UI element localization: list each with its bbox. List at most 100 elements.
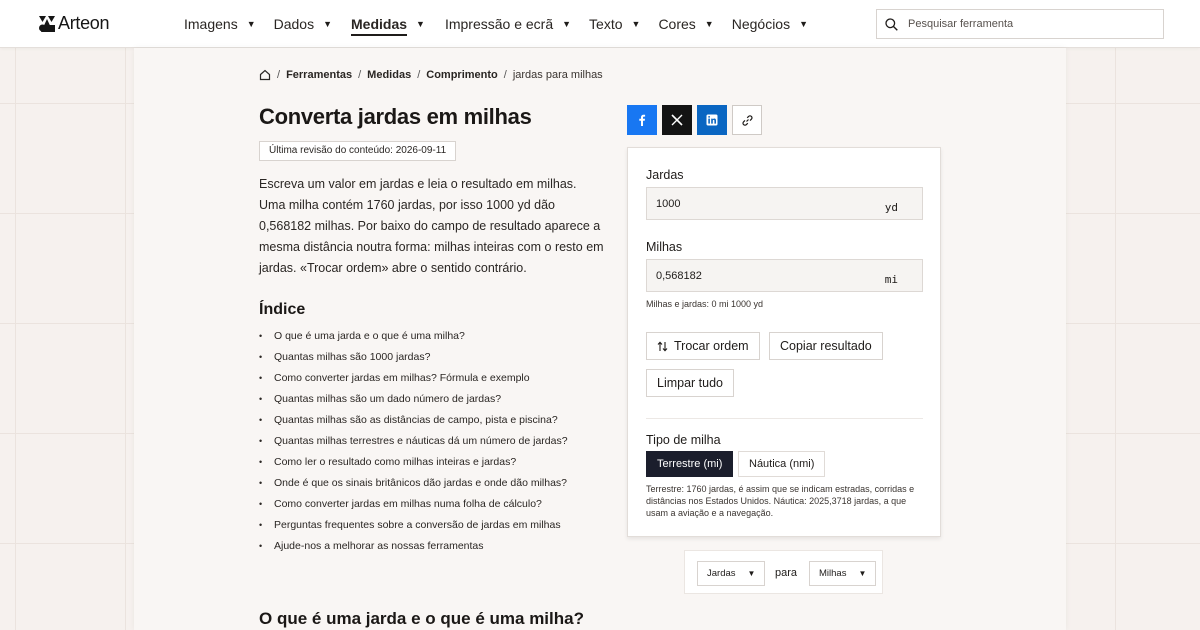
toc-item[interactable]: • Como converter jardas em milhas? Fórmul…	[259, 369, 568, 390]
page-title: Converta jardas em milhas	[259, 104, 532, 129]
table-of-contents: • O que é uma jarda e o que é uma milha? …	[259, 327, 568, 558]
toc-link[interactable]: Como ler o resultado como milhas inteira…	[274, 453, 516, 474]
toc-link[interactable]: Quantas milhas terrestres e náuticas dá …	[274, 432, 568, 453]
nav-item-label: Dados	[273, 16, 315, 32]
breadcrumb-link-ferramentas[interactable]: Ferramentas	[286, 69, 352, 81]
chevron-down-icon: ▼	[631, 19, 641, 29]
nav-item-negocios[interactable]: Negócios ▼	[732, 0, 808, 48]
to-unit-select[interactable]: Milhas ▼	[809, 561, 877, 586]
toc-item[interactable]: • Quantas milhas são as distâncias de cam…	[259, 411, 568, 432]
yards-input[interactable]: 1000 yd	[646, 187, 923, 220]
to-unit-value: Milhas	[819, 568, 847, 579]
arteon-logo-icon	[39, 15, 55, 32]
clear-all-button[interactable]: Limpar tudo	[646, 369, 735, 397]
intro-paragraph: Escreva um valor em jardas e leia o resu…	[259, 177, 604, 275]
nav-item-label: Cores	[658, 16, 696, 32]
yards-input-value: 1000	[656, 198, 681, 210]
breadcrumb-link-medidas[interactable]: Medidas	[367, 69, 411, 81]
mile-type-option-label: Náutica (nmi)	[749, 458, 815, 470]
toc-item[interactable]: • Ajude-nos a melhorar as nossas ferramen…	[259, 537, 568, 558]
share-linkedin-button[interactable]	[697, 105, 727, 135]
breadcrumb-link-comprimento[interactable]: Comprimento	[426, 69, 498, 81]
toc-link[interactable]: Quantas milhas são um dado número de jar…	[274, 390, 501, 411]
swap-order-label: Trocar ordem	[674, 339, 749, 353]
x-icon	[671, 114, 683, 126]
brand-logo[interactable]: Arteon	[39, 13, 110, 34]
toc-item[interactable]: • Onde é que os sinais britânicos dão jar…	[259, 474, 568, 495]
nav-item-label: Negócios	[731, 16, 791, 32]
nav-item-texto[interactable]: Texto ▼	[589, 0, 640, 48]
search-input[interactable]: Pesquisar ferramenta	[876, 9, 1164, 39]
nav-item-cores[interactable]: Cores ▼	[658, 0, 713, 48]
top-navigation-bar: Arteon Imagens ▼ Dados ▼ Medidas ▼ Impre…	[0, 0, 1200, 48]
main-nav: Imagens ▼ Dados ▼ Medidas ▼ Impressão e …	[184, 0, 808, 48]
miles-label: Milhas	[646, 240, 683, 254]
home-icon[interactable]	[259, 69, 271, 81]
nav-item-imagens[interactable]: Imagens ▼	[184, 0, 256, 48]
nav-item-label: Medidas	[351, 16, 408, 36]
breadcrumb-current: jardas para milhas	[512, 69, 603, 81]
toc-item[interactable]: • Quantas milhas são 1000 jardas?	[259, 348, 568, 369]
copy-link-button[interactable]	[732, 105, 762, 135]
swap-icon	[657, 340, 668, 352]
toc-item[interactable]: • Como converter jardas em milhas numa fo…	[259, 495, 568, 516]
toc-link[interactable]: Quantas milhas são as distâncias de camp…	[274, 411, 558, 432]
mile-type-label: Tipo de milha	[646, 433, 721, 447]
search-icon	[885, 17, 898, 31]
toc-item[interactable]: • Perguntas frequentes sobre a conversão …	[259, 516, 568, 537]
toc-link[interactable]: Perguntas frequentes sobre a conversão d…	[274, 516, 561, 537]
link-icon	[741, 114, 753, 126]
breadcrumb-separator: /	[503, 69, 507, 81]
chevron-down-icon: ▼	[704, 19, 714, 29]
nav-item-label: Impressão e ecrã	[444, 16, 554, 32]
chevron-down-icon: ▼	[858, 569, 867, 578]
miles-unit-label: mi	[884, 273, 898, 286]
toc-link[interactable]: Quantas milhas são 1000 jardas?	[274, 348, 430, 369]
toc-item[interactable]: • Como ler o resultado como milhas inteir…	[259, 453, 568, 474]
revision-badge: Última revisão do conteúdo: 2026-09-11	[259, 141, 457, 161]
toc-link[interactable]: Como converter jardas em milhas? Fórmula…	[274, 369, 530, 390]
unit-picker: Jardas ▼ para Milhas ▼	[684, 550, 883, 594]
share-facebook-button[interactable]	[627, 105, 657, 135]
nav-item-medidas[interactable]: Medidas ▼	[351, 0, 425, 48]
toc-heading: Índice	[259, 301, 306, 318]
breadcrumb-separator: /	[417, 69, 421, 81]
from-unit-select[interactable]: Jardas ▼	[697, 561, 766, 586]
miles-output-value: 0,568182	[656, 270, 702, 282]
miles-output[interactable]: 0,568182 mi	[646, 259, 923, 292]
from-unit-value: Jardas	[707, 568, 736, 579]
copy-result-button[interactable]: Copiar resultado	[769, 332, 883, 360]
breadcrumb-separator: /	[277, 69, 281, 81]
chevron-down-icon: ▼	[562, 19, 572, 29]
chevron-down-icon: ▼	[323, 19, 333, 29]
chevron-down-icon: ▼	[747, 569, 756, 578]
chevron-down-icon: ▼	[799, 19, 809, 29]
search-placeholder: Pesquisar ferramenta	[908, 18, 1014, 30]
mile-type-note: Terrestre: 1760 jardas, é assim que se i…	[646, 484, 915, 518]
share-x-button[interactable]	[662, 105, 692, 135]
toc-link[interactable]: Ajude-nos a melhorar as nossas ferrament…	[274, 537, 484, 558]
toc-item[interactable]: • Quantas milhas são um dado número de ja…	[259, 390, 568, 411]
mile-type-nautica-button[interactable]: Náutica (nmi)	[738, 451, 826, 477]
swap-order-button[interactable]: Trocar ordem	[646, 332, 760, 360]
mile-type-terrestre-button[interactable]: Terrestre (mi)	[646, 451, 734, 477]
toc-link[interactable]: O que é uma jarda e o que é uma milha?	[274, 327, 465, 348]
chevron-down-icon: ▼	[246, 19, 256, 29]
nav-item-dados[interactable]: Dados ▼	[274, 0, 332, 48]
toc-link[interactable]: Como converter jardas em milhas numa fol…	[274, 495, 542, 516]
section-heading: O que é uma jarda e o que é uma milha?	[259, 609, 584, 628]
nav-item-label: Imagens	[184, 16, 238, 32]
breadcrumb: / Ferramentas / Medidas / Comprimento / …	[259, 69, 603, 81]
clear-all-label: Limpar tudo	[657, 376, 724, 390]
nav-item-label: Texto	[589, 16, 623, 32]
toc-item[interactable]: • Quantas milhas terrestres e náuticas dá…	[259, 432, 568, 453]
unit-connector: para	[775, 567, 798, 579]
brand-name: Arteon	[58, 13, 110, 33]
converter-card: Jardas 1000 yd Milhas 0,568182 mi Milhas…	[627, 147, 941, 537]
toc-item[interactable]: • O que é uma jarda e o que é uma milha?	[259, 327, 568, 348]
mile-type-option-label: Terrestre (mi)	[657, 458, 723, 470]
toc-link[interactable]: Onde é que os sinais britânicos dão jard…	[274, 474, 567, 495]
linkedin-icon	[706, 114, 718, 126]
copy-result-label: Copiar resultado	[780, 339, 872, 353]
nav-item-impressao[interactable]: Impressão e ecrã ▼	[445, 0, 571, 48]
